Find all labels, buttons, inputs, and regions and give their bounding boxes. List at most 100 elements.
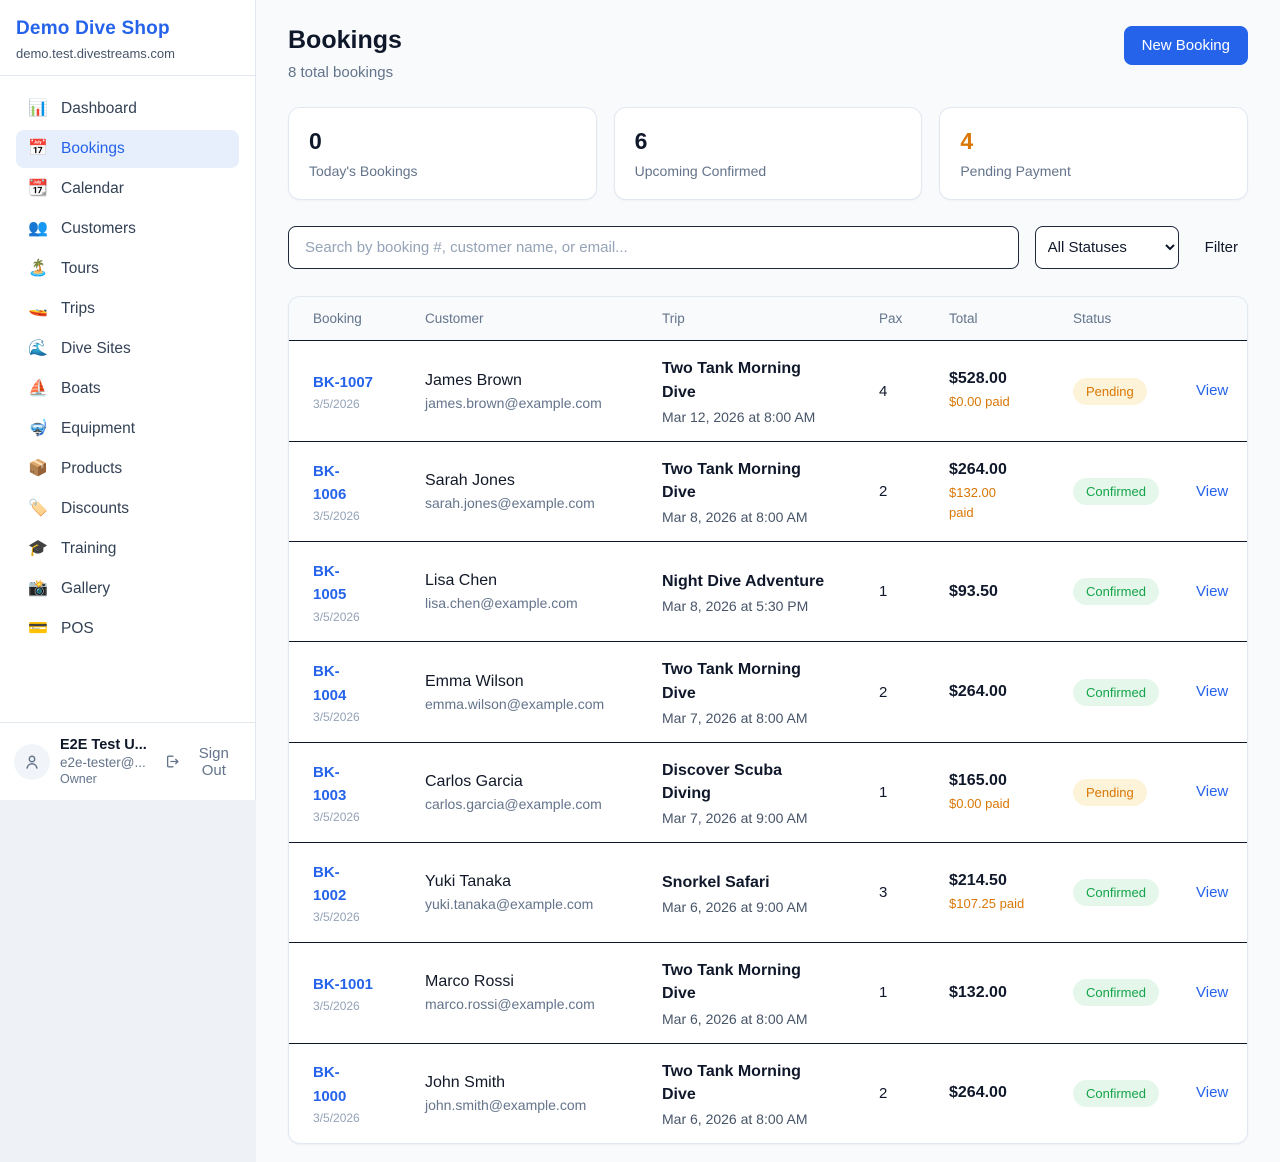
actions-cell: View — [1196, 884, 1247, 902]
customer-cell: John Smith john.smith@example.com — [425, 1074, 662, 1113]
sidebar-item-label: Customers — [61, 220, 136, 238]
status-select[interactable]: All Statuses — [1035, 226, 1179, 269]
sidebar-item-discounts[interactable]: 🏷️ Discounts — [16, 490, 239, 528]
booking-id-link[interactable]: BK- 1003 — [313, 761, 346, 808]
actions-cell: View — [1196, 683, 1247, 701]
booking-id-link[interactable]: BK-1001 — [313, 973, 373, 996]
sidebar-item-products[interactable]: 📦 Products — [16, 450, 239, 488]
status-badge: Confirmed — [1073, 679, 1159, 706]
sidebar-item-trips[interactable]: 🚤 Trips — [16, 290, 239, 328]
total-cell: $264.00 $132.00 paid — [949, 461, 1073, 522]
sidebar-item-customers[interactable]: 👥 Customers — [16, 210, 239, 248]
filter-button[interactable]: Filter — [1195, 239, 1248, 256]
booking-id-link[interactable]: BK- 1004 — [313, 660, 346, 707]
sidebar-item-label: Calendar — [61, 180, 124, 198]
status-cell: Confirmed — [1073, 478, 1196, 505]
table-row: BK- 1004 3/5/2026 Emma Wilson emma.wilso… — [289, 641, 1247, 741]
sidebar-user-footer: E2E Test U... e2e-tester@... Owner Sign … — [0, 722, 255, 800]
booking-id-link[interactable]: BK- 1006 — [313, 460, 346, 507]
sidebar-item-equipment[interactable]: 🤿 Equipment — [16, 410, 239, 448]
booking-date: 3/5/2026 — [313, 397, 409, 411]
sidebar-item-dive-sites[interactable]: 🌊 Dive Sites — [16, 330, 239, 368]
view-link[interactable]: View — [1196, 483, 1228, 500]
booking-id-link[interactable]: BK-1007 — [313, 371, 373, 394]
booking-cell: BK- 1006 3/5/2026 — [289, 460, 425, 524]
customer-name: James Brown — [425, 372, 646, 390]
tours-icon: 🏝️ — [28, 261, 48, 277]
col-total: Total — [949, 311, 1073, 326]
boats-icon: ⛵ — [28, 381, 48, 397]
trip-name: Snorkel Safari — [662, 871, 863, 894]
dashboard-icon: 📊 — [28, 101, 48, 117]
actions-cell: View — [1196, 984, 1247, 1002]
trip-name: Two Tank Morning Dive — [662, 357, 863, 403]
status-badge: Confirmed — [1073, 979, 1159, 1006]
view-link[interactable]: View — [1196, 884, 1228, 901]
products-icon: 📦 — [28, 461, 48, 477]
status-badge: Confirmed — [1073, 1080, 1159, 1107]
trip-time: Mar 8, 2026 at 5:30 PM — [662, 598, 863, 614]
trip-name: Two Tank Morning Dive — [662, 658, 863, 704]
title-block: Bookings 8 total bookings — [288, 26, 402, 81]
booking-cell: BK-1001 3/5/2026 — [289, 973, 425, 1013]
total-cell: $93.50 — [949, 583, 1073, 601]
paid-amount: $0.00 paid — [949, 392, 1057, 412]
view-link[interactable]: View — [1196, 583, 1228, 600]
sidebar-item-label: Trips — [61, 300, 95, 318]
sidebar-item-bookings[interactable]: 📅 Bookings — [16, 130, 239, 168]
sidebar-item-calendar[interactable]: 📆 Calendar — [16, 170, 239, 208]
stat-value: 4 — [960, 128, 1227, 155]
sidebar-item-label: Gallery — [61, 580, 110, 598]
trip-time: Mar 6, 2026 at 9:00 AM — [662, 899, 863, 915]
view-link[interactable]: View — [1196, 984, 1228, 1001]
avatar — [14, 744, 50, 780]
booking-date: 3/5/2026 — [313, 1111, 409, 1125]
search-input[interactable] — [288, 226, 1019, 269]
pos-icon: 💳 — [28, 621, 48, 637]
booking-id-link[interactable]: BK- 1000 — [313, 1061, 346, 1108]
actions-cell: View — [1196, 583, 1247, 601]
pax-cell: 4 — [879, 383, 949, 400]
bookings-table: Booking Customer Trip Pax Total Status B… — [288, 296, 1248, 1144]
sidebar-item-label: Discounts — [61, 500, 129, 518]
total-amount: $264.00 — [949, 461, 1057, 479]
trip-cell: Two Tank Morning Dive Mar 6, 2026 at 8:0… — [662, 1060, 879, 1127]
sidebar-item-tours[interactable]: 🏝️ Tours — [16, 250, 239, 288]
page: Demo Dive Shop demo.test.divestreams.com… — [0, 0, 1280, 1162]
customer-email: sarah.jones@example.com — [425, 495, 646, 511]
user-role: Owner — [60, 772, 154, 786]
sidebar-item-training[interactable]: 🎓 Training — [16, 530, 239, 568]
customer-cell: Sarah Jones sarah.jones@example.com — [425, 472, 662, 511]
trip-name: Night Dive Adventure — [662, 570, 863, 593]
view-link[interactable]: View — [1196, 382, 1228, 399]
booking-id-link[interactable]: BK- 1005 — [313, 560, 346, 607]
sidebar-item-pos[interactable]: 💳 POS — [16, 610, 239, 648]
sign-out-button[interactable]: Sign Out — [164, 745, 241, 779]
booking-id-link[interactable]: BK- 1002 — [313, 861, 346, 908]
user-name: E2E Test U... — [60, 737, 154, 753]
status-badge: Confirmed — [1073, 478, 1159, 505]
new-booking-button[interactable]: New Booking — [1124, 26, 1248, 65]
view-link[interactable]: View — [1196, 783, 1228, 800]
paid-amount: $107.25 paid — [949, 894, 1057, 914]
sidebar-item-boats[interactable]: ⛵ Boats — [16, 370, 239, 408]
total-amount: $264.00 — [949, 1084, 1057, 1102]
discounts-icon: 🏷️ — [28, 501, 48, 517]
col-status: Status — [1073, 311, 1196, 326]
sidebar-item-label: Tours — [61, 260, 99, 278]
booking-cell: BK- 1005 3/5/2026 — [289, 560, 425, 624]
sidebar-item-label: Training — [61, 540, 116, 558]
trip-time: Mar 6, 2026 at 8:00 AM — [662, 1011, 863, 1027]
sidebar-item-dashboard[interactable]: 📊 Dashboard — [16, 90, 239, 128]
view-link[interactable]: View — [1196, 683, 1228, 700]
trip-time: Mar 8, 2026 at 8:00 AM — [662, 509, 863, 525]
equipment-icon: 🤿 — [28, 421, 48, 437]
trips-icon: 🚤 — [28, 301, 48, 317]
sidebar-nav: 📊 Dashboard 📅 Bookings 📆 Calendar 👥 Cust… — [0, 76, 255, 664]
col-booking: Booking — [289, 311, 425, 326]
pax-cell: 2 — [879, 483, 949, 500]
view-link[interactable]: View — [1196, 1084, 1228, 1101]
sidebar-item-gallery[interactable]: 📸 Gallery — [16, 570, 239, 608]
dive-sites-icon: 🌊 — [28, 341, 48, 357]
training-icon: 🎓 — [28, 541, 48, 557]
